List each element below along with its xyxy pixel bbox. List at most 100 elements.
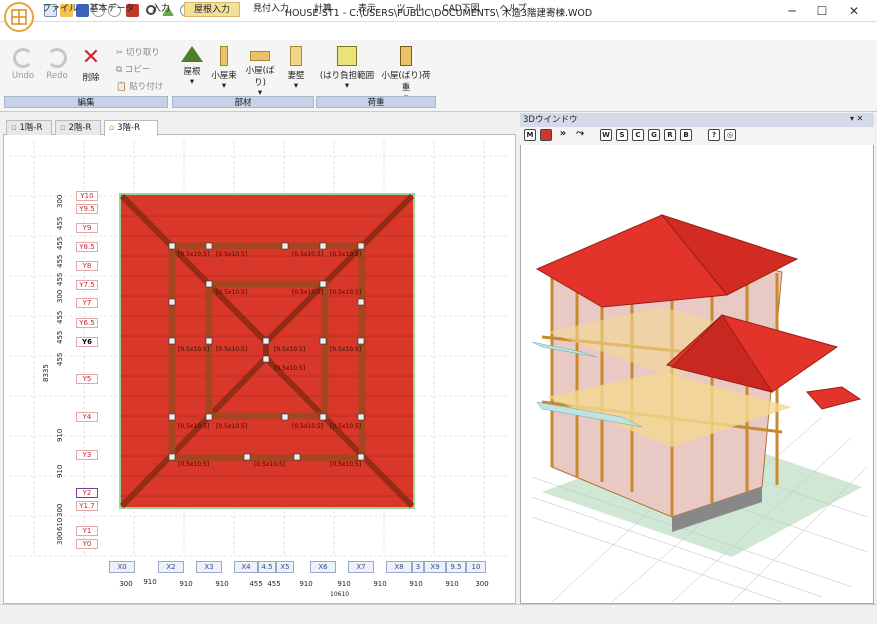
y-axis-label[interactable]: Y6.5 (76, 318, 98, 328)
group-load-label: 荷重 (316, 96, 436, 108)
roof-dropdown-icon: ▾ (189, 77, 195, 87)
home-tab-icon: ⌂ (109, 123, 115, 133)
load-arrow-icon (400, 46, 412, 66)
help-icon[interactable]: ? (708, 129, 720, 141)
y-axis-label[interactable]: Y8 (76, 261, 98, 271)
y-axis-label[interactable]: Y8.5 (76, 242, 98, 252)
3d-house-model[interactable] (522, 147, 872, 602)
3d-window-title: 3Dウインドウ (520, 113, 874, 127)
x-axis-label[interactable]: X9 (424, 561, 446, 573)
y-dimension: 300 (56, 503, 64, 517)
3d-tool-settings-button[interactable]: ◎ (724, 129, 736, 141)
member-label: [0.5x10.5] (274, 346, 305, 353)
y-axis-label[interactable]: Y3 (76, 450, 98, 460)
x-dimension: 910 (179, 580, 193, 588)
tab-floor-3[interactable]: ⌂ 3階-R (104, 120, 158, 136)
x-axis-label[interactable]: 4.5 (258, 561, 276, 573)
menu-roof-input[interactable]: 屋根入力 (184, 2, 240, 17)
y-dimension: 455 (56, 330, 64, 344)
y-axis-label[interactable]: Y6 (76, 337, 98, 347)
x-axis-label[interactable]: X5 (276, 561, 294, 573)
tab-floor-1[interactable]: ▫ 1階-R (6, 120, 52, 135)
x-axis-label[interactable]: X8 (386, 561, 412, 573)
member-label: [0.5x10.5] (178, 251, 209, 258)
y-dimension: 455 (56, 254, 64, 268)
y-axis-label[interactable]: Y9 (76, 223, 98, 233)
3d-tool-w-button[interactable]: W (600, 129, 612, 141)
redo-icon (47, 48, 67, 68)
y-axis-label[interactable]: Y9.5 (76, 204, 98, 214)
redo-button[interactable]: Redo (42, 48, 72, 81)
app-logo-button[interactable] (4, 2, 34, 32)
3d-tool-b-button[interactable]: B (680, 129, 692, 141)
minimize-button[interactable]: ─ (777, 2, 807, 20)
x-axis-label[interactable]: X3 (196, 561, 222, 573)
menu-help[interactable]: ヘルプ (496, 2, 530, 17)
koya-load-button[interactable]: 小屋(ばり)荷重 ▾ (378, 46, 434, 103)
menu-view[interactable]: 表示 (352, 2, 382, 17)
delete-button[interactable]: ✕ 削除 (76, 47, 106, 84)
3d-tool-render-button[interactable]: ■ (540, 129, 552, 141)
member-label: [0.5x10.5] (254, 461, 285, 468)
undo-button[interactable]: Undo (8, 48, 38, 81)
member-label: [0.5x10.5] (274, 365, 305, 372)
hari-range-button[interactable]: (はり負担範囲 ▾ (318, 46, 376, 91)
3d-tool-m-button[interactable]: M (524, 129, 536, 141)
3d-tool-c-button[interactable]: C (632, 129, 644, 141)
3d-tool-s-button[interactable]: S (616, 129, 628, 141)
y-dimension: 300 (56, 289, 64, 303)
paste-button[interactable]: 📋 貼り付け (116, 80, 163, 92)
x-axis-label[interactable]: 10 (466, 561, 486, 573)
3d-tool-rotate-button[interactable]: ⤳ (574, 129, 586, 141)
3d-tool-g-button[interactable]: G (648, 129, 660, 141)
3d-tool-more-button[interactable]: » (557, 129, 569, 141)
x-total-dimension: 10610 (330, 591, 350, 598)
y-axis-label[interactable]: Y4 (76, 412, 98, 422)
x-axis-label[interactable]: X7 (348, 561, 374, 573)
x-axis-label[interactable]: X0 (109, 561, 135, 573)
y-axis-label-selected[interactable]: Y2 (76, 488, 98, 498)
menu-input[interactable]: 入力 (146, 2, 176, 17)
y-axis-label[interactable]: Y1 (76, 526, 98, 536)
y-axis-label[interactable]: Y0 (76, 539, 98, 549)
x-axis-label[interactable]: 9.5 (446, 561, 466, 573)
maximize-button[interactable]: ☐ (807, 2, 837, 20)
y-axis-label[interactable]: Y7.5 (76, 280, 98, 290)
y-axis-label[interactable]: Y1.7 (76, 501, 98, 511)
y-axis-label[interactable]: Y7 (76, 298, 98, 308)
koya-hari-button[interactable]: 小屋(ばり) ▾ (242, 46, 278, 98)
menu-cad[interactable]: CAD下図 (436, 2, 486, 17)
tsuma-wall-button[interactable]: 妻壁 ▾ (282, 46, 310, 91)
x-axis-label[interactable]: X6 (310, 561, 336, 573)
undo-label: Undo (11, 71, 35, 81)
roof-button[interactable]: 屋根 ▾ (178, 46, 206, 87)
beam-icon (250, 51, 270, 61)
menu-calc[interactable]: 計算 (308, 2, 338, 17)
member-label: [0.5x10.5] (330, 346, 361, 353)
undo-icon (13, 48, 33, 68)
y-axis-label[interactable]: Y10 (76, 191, 98, 201)
cut-button[interactable]: ✂ 切り取り (116, 46, 160, 58)
menu-elevation-input[interactable]: 見付入力 (248, 2, 294, 17)
copy-button[interactable]: ⧉ コピー (116, 63, 150, 75)
3d-tool-r-button[interactable]: R (664, 129, 676, 141)
menu-basic-data[interactable]: 基本データ (86, 2, 138, 17)
menu-tools[interactable]: ツール (394, 2, 426, 17)
x-dimension: 910 (445, 580, 459, 588)
x-axis-label[interactable]: 3 (412, 561, 424, 573)
y-dimension: 455 (56, 236, 64, 250)
tab-floor-2-label: 2階-R (68, 123, 92, 133)
x-dimension: 910 (215, 580, 229, 588)
x-axis-label[interactable]: X4 (234, 561, 258, 573)
member-label: [0.5x10.5] (292, 289, 323, 296)
x-axis-label[interactable]: X2 (158, 561, 184, 573)
y-dimension: 300 (56, 194, 64, 208)
gable-wall-icon (290, 46, 302, 66)
koya-tsuka-button[interactable]: 小屋束 ▾ (208, 46, 240, 91)
x-dimension: 455 (249, 580, 263, 588)
y-axis-label[interactable]: Y5 (76, 374, 98, 384)
tab-floor-2[interactable]: ▫ 2階-R (55, 120, 101, 135)
close-button[interactable]: ✕ (839, 2, 869, 20)
menu-file[interactable]: ファイル (42, 2, 78, 17)
pane-menu-icon[interactable]: ▾ ✕ (850, 114, 863, 123)
